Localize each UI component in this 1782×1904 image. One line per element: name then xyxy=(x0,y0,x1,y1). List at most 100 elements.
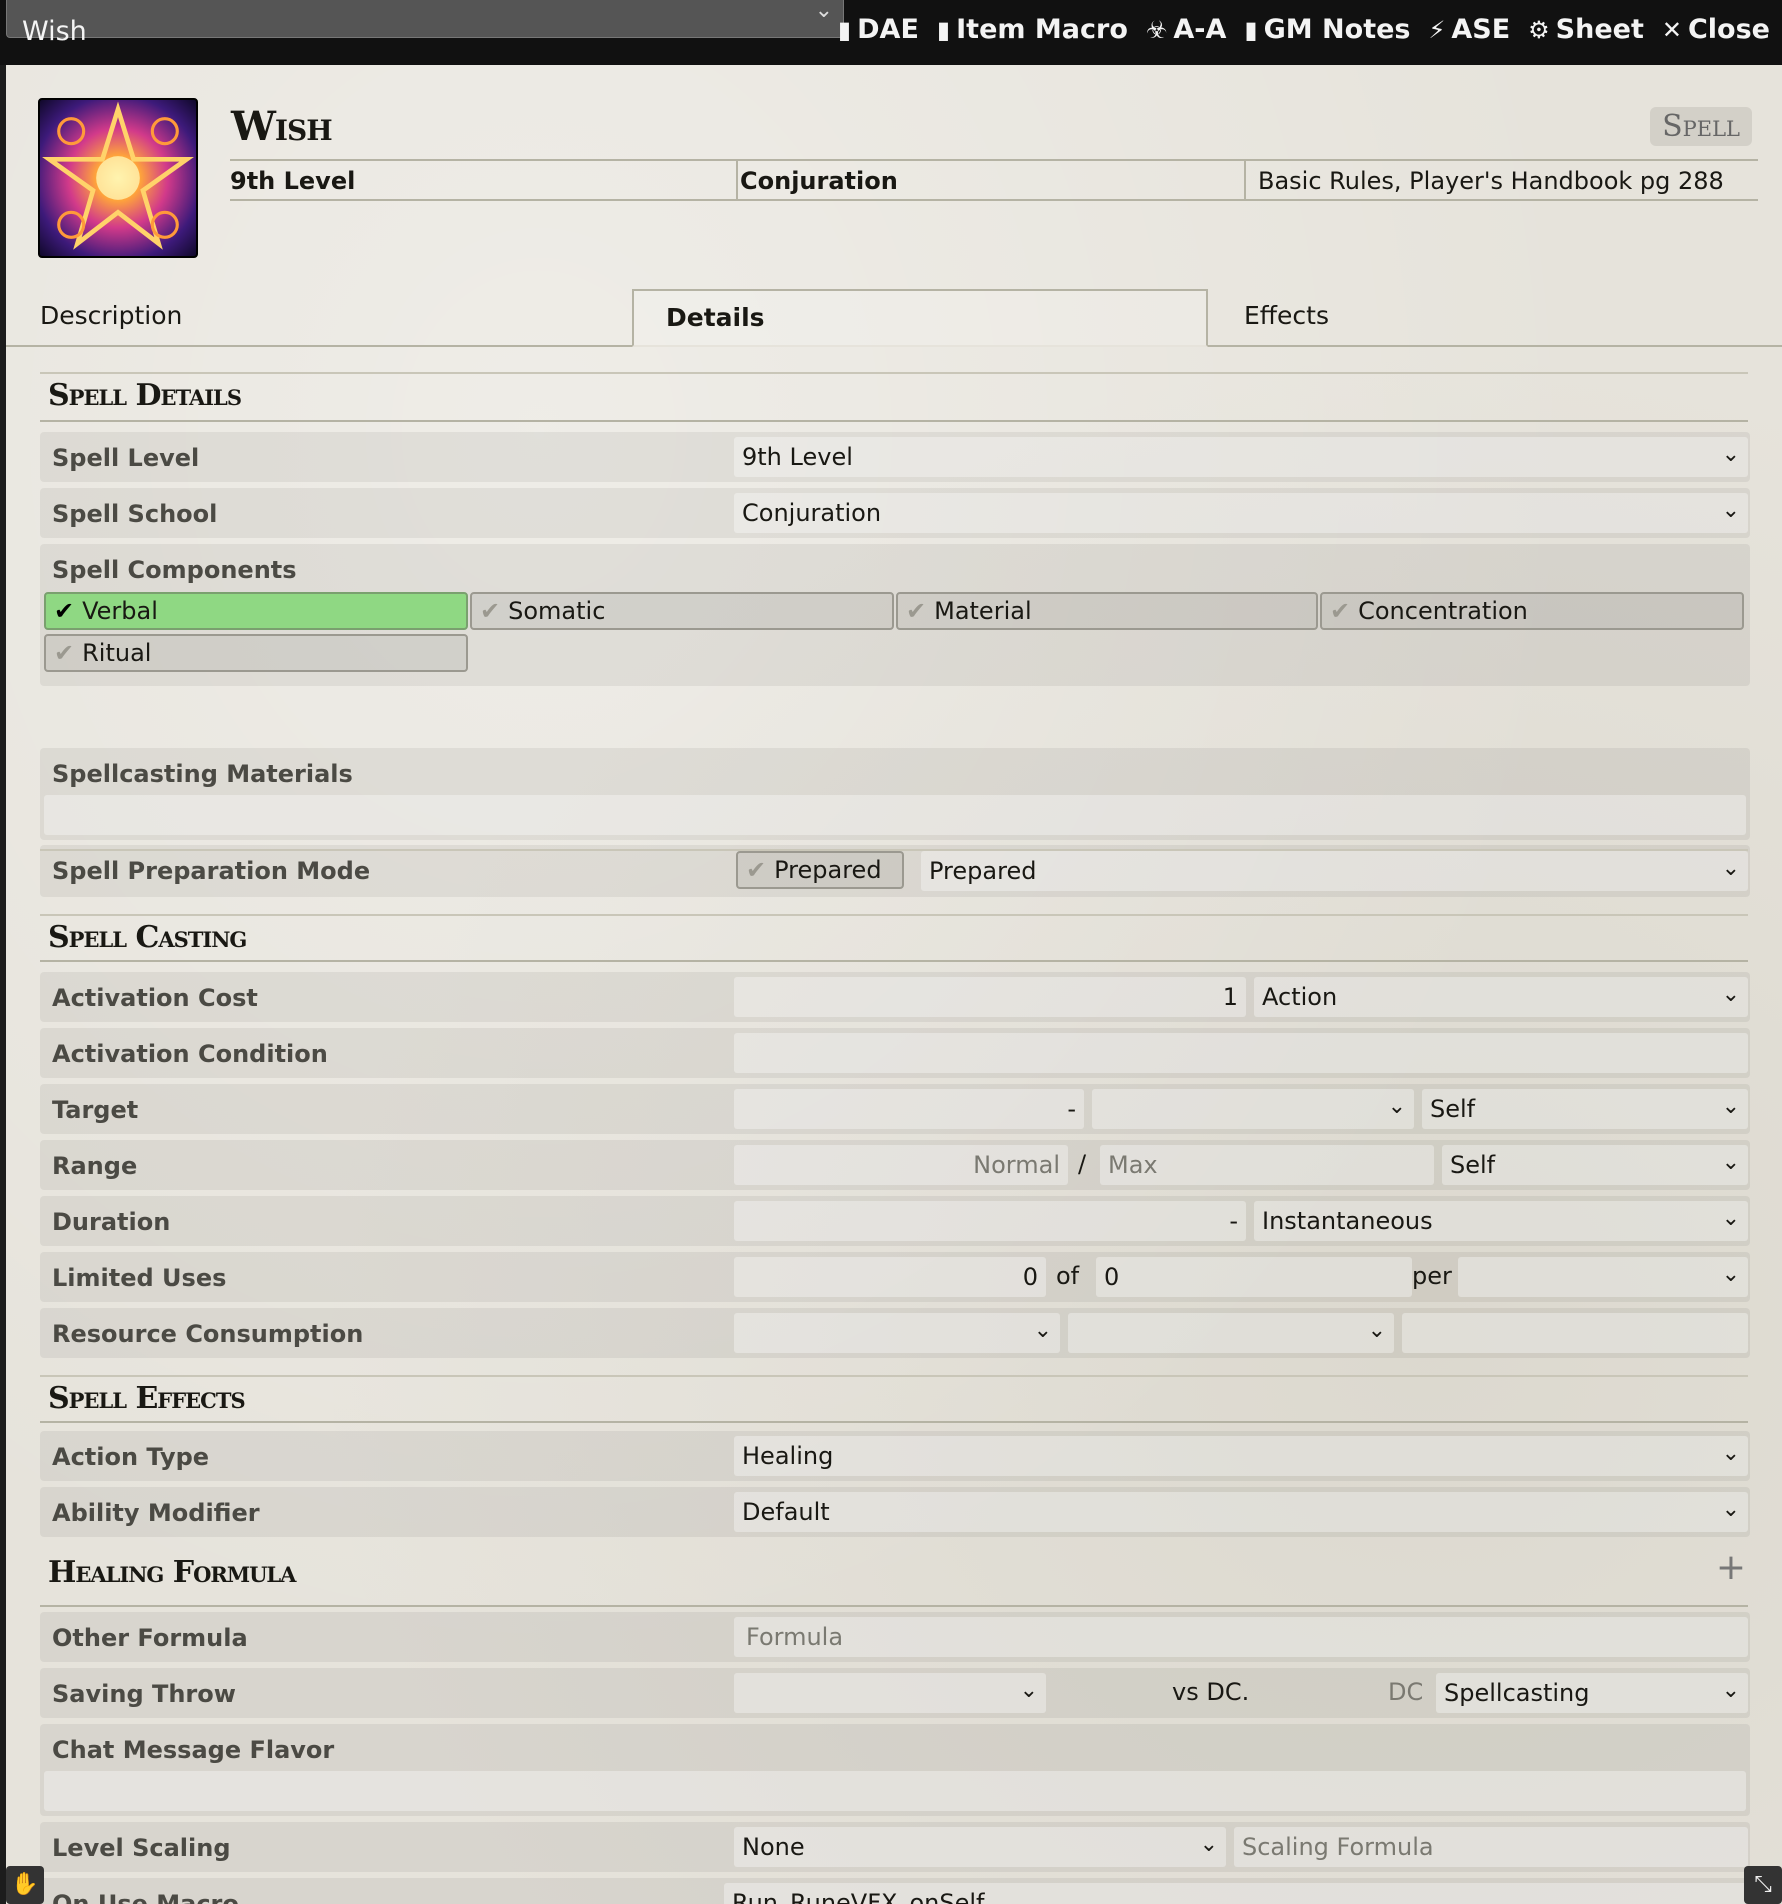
window-title-field[interactable]: ⌄ xyxy=(6,0,844,38)
check-icon: ✔ xyxy=(1330,597,1351,625)
range-separator: / xyxy=(1078,1150,1087,1178)
close-button[interactable]: ✕ Close xyxy=(1662,14,1770,45)
scaling-formula-input[interactable]: Scaling Formula xyxy=(1234,1827,1748,1867)
chevron-down-icon: ⌄ xyxy=(1721,1678,1740,1703)
target-units-select[interactable]: ⌄ xyxy=(1092,1089,1414,1129)
tab-details[interactable]: Details xyxy=(632,289,1208,347)
chat-flavor-input[interactable] xyxy=(44,1771,1746,1811)
chevron-down-icon: ⌄ xyxy=(1721,856,1740,881)
materials-input[interactable] xyxy=(44,795,1746,835)
target-type-select[interactable]: Self ⌄ xyxy=(1422,1089,1748,1129)
preparation-mode-select[interactable]: Prepared ⌄ xyxy=(921,851,1748,891)
item-sheet: Wish Spell 9th Level Conjuration Basic R… xyxy=(6,65,1782,1904)
chevron-down-icon: ⌄ xyxy=(1721,442,1740,467)
a-a-button[interactable]: ☣ A-A xyxy=(1146,14,1227,45)
on-use-macro-input[interactable]: Run_RuneVFX_onSelf xyxy=(724,1883,1748,1904)
level-scaling-select[interactable]: None ⌄ xyxy=(734,1827,1226,1867)
spell-components-label: Spell Components xyxy=(52,556,297,584)
uses-value-input[interactable]: 0 xyxy=(734,1257,1046,1297)
spell-school-label: Spell School xyxy=(52,500,218,528)
section-heading: Spell Casting xyxy=(48,920,247,955)
dae-button[interactable]: ▮ DAE xyxy=(838,14,919,45)
item-macro-button[interactable]: ▮ Item Macro xyxy=(937,14,1128,45)
range-normal-input[interactable]: Normal xyxy=(734,1145,1068,1185)
section-heading: Spell Details xyxy=(48,378,242,413)
summary-source[interactable]: Basic Rules, Player's Handbook pg 288 xyxy=(1244,161,1724,199)
duration-label: Duration xyxy=(52,1208,171,1236)
prepared-checkbox[interactable]: ✔ Prepared xyxy=(736,851,904,889)
consume-target-select[interactable]: ⌄ xyxy=(1068,1313,1394,1353)
activation-cost-label: Activation Cost xyxy=(52,984,258,1012)
close-icon: ✕ xyxy=(1661,15,1682,44)
check-icon: ✔ xyxy=(906,597,927,625)
spell-school-row: Spell School Conjuration ⌄ xyxy=(40,488,1750,538)
biohazard-icon: ☣ xyxy=(1145,15,1168,44)
component-concentration-checkbox[interactable]: ✔ Concentration xyxy=(1320,592,1744,630)
section-heading: Spell Effects xyxy=(48,1381,246,1416)
other-formula-input[interactable]: Formula xyxy=(734,1617,1748,1657)
activation-condition-input[interactable] xyxy=(734,1033,1748,1073)
magic-star-icon xyxy=(42,101,194,250)
chevron-down-icon: ⌄ xyxy=(1721,1497,1740,1522)
chevron-down-icon: ⌄ xyxy=(1367,1318,1386,1343)
action-type-row: Action Type Healing ⌄ xyxy=(40,1431,1750,1481)
add-formula-icon[interactable]: + xyxy=(1716,1547,1746,1588)
uses-max-input[interactable]: 0 xyxy=(1096,1257,1412,1297)
spell-school-select[interactable]: Conjuration ⌄ xyxy=(734,493,1748,533)
resource-consumption-label: Resource Consumption xyxy=(52,1320,364,1348)
ase-button[interactable]: ⚡ ASE xyxy=(1429,14,1511,45)
component-verbal-checkbox[interactable]: ✔ Verbal xyxy=(44,592,468,630)
resize-handle-icon[interactable]: ⤡ xyxy=(1744,1866,1782,1904)
sheet-button[interactable]: ⚙ Sheet xyxy=(1528,14,1644,45)
save-ability-select[interactable]: ⌄ xyxy=(734,1673,1046,1713)
other-formula-label: Other Formula xyxy=(52,1624,248,1652)
component-ritual-checkbox[interactable]: ✔ Ritual xyxy=(44,634,468,672)
section-spell-effects: Spell Effects xyxy=(40,1375,1748,1423)
spell-preparation-row: Spell Preparation Mode ✔ Prepared Prepare… xyxy=(40,845,1750,897)
on-use-macro-label: On Use Macro xyxy=(52,1890,239,1904)
spell-level-row: Spell Level 9th Level ⌄ xyxy=(40,432,1750,482)
consume-amount-input[interactable] xyxy=(1402,1313,1748,1353)
gear-icon: ⚙ xyxy=(1528,15,1550,44)
sheet-tabs: Description Details Effects xyxy=(6,289,1782,347)
target-value-input[interactable]: - xyxy=(734,1089,1084,1129)
chevron-down-icon: ⌄ xyxy=(1387,1094,1406,1119)
check-icon: ✔ xyxy=(480,597,501,625)
level-scaling-label: Level Scaling xyxy=(52,1834,231,1862)
chevron-down-icon: ⌄ xyxy=(1019,1678,1038,1703)
window-header: ⌄ Wish ▮ DAE ▮ Item Macro ☣ A-A ▮ GM Notes ⚡… xyxy=(0,0,1782,65)
range-units-select[interactable]: Self ⌄ xyxy=(1442,1145,1748,1185)
duration-units-select[interactable]: Instantaneous ⌄ xyxy=(1254,1201,1748,1241)
duration-value-input[interactable]: - xyxy=(734,1201,1246,1241)
save-scaling-select[interactable]: Spellcasting ⌄ xyxy=(1436,1673,1748,1713)
duration-row: Duration - Instantaneous ⌄ xyxy=(40,1196,1750,1246)
level-scaling-row: Level Scaling None ⌄ Scaling Formula xyxy=(40,1822,1750,1872)
spellcasting-materials-row: Spellcasting Materials xyxy=(40,748,1750,840)
item-name[interactable]: Wish xyxy=(231,103,333,150)
tab-effects[interactable]: Effects xyxy=(1244,289,1329,347)
component-somatic-checkbox[interactable]: ✔ Somatic xyxy=(470,592,894,630)
item-image[interactable] xyxy=(38,98,198,258)
gm-notes-button[interactable]: ▮ GM Notes xyxy=(1244,14,1410,45)
chevron-down-icon: ⌄ xyxy=(1721,1206,1740,1231)
component-material-checkbox[interactable]: ✔ Material xyxy=(896,592,1318,630)
tab-description[interactable]: Description xyxy=(40,289,182,347)
other-formula-row: Other Formula Formula xyxy=(40,1612,1750,1662)
range-row: Range Normal / Max Self ⌄ xyxy=(40,1140,1750,1190)
target-row: Target - ⌄ Self ⌄ xyxy=(40,1084,1750,1134)
activation-cost-input[interactable]: 1 xyxy=(734,977,1246,1017)
saving-throw-row: Saving Throw ⌄ vs DC. DC Spellcasting ⌄ xyxy=(40,1668,1750,1718)
uses-period-select[interactable]: ⌄ xyxy=(1458,1257,1748,1297)
range-max-input[interactable]: Max xyxy=(1100,1145,1434,1185)
ability-modifier-select[interactable]: Default ⌄ xyxy=(734,1492,1748,1532)
item-type-badge: Spell xyxy=(1650,107,1752,146)
chevron-down-icon: ⌄ xyxy=(1721,1262,1740,1287)
activation-type-select[interactable]: Action ⌄ xyxy=(1254,977,1748,1017)
spell-level-select[interactable]: 9th Level ⌄ xyxy=(734,437,1748,477)
action-type-select[interactable]: Healing ⌄ xyxy=(734,1436,1748,1476)
hand-icon[interactable]: ✋ xyxy=(6,1866,44,1904)
chat-flavor-label: Chat Message Flavor xyxy=(52,1736,335,1764)
spell-level-label: Spell Level xyxy=(52,444,200,472)
consume-type-select[interactable]: ⌄ xyxy=(734,1313,1060,1353)
chevron-down-icon: ⌄ xyxy=(1199,1832,1218,1857)
